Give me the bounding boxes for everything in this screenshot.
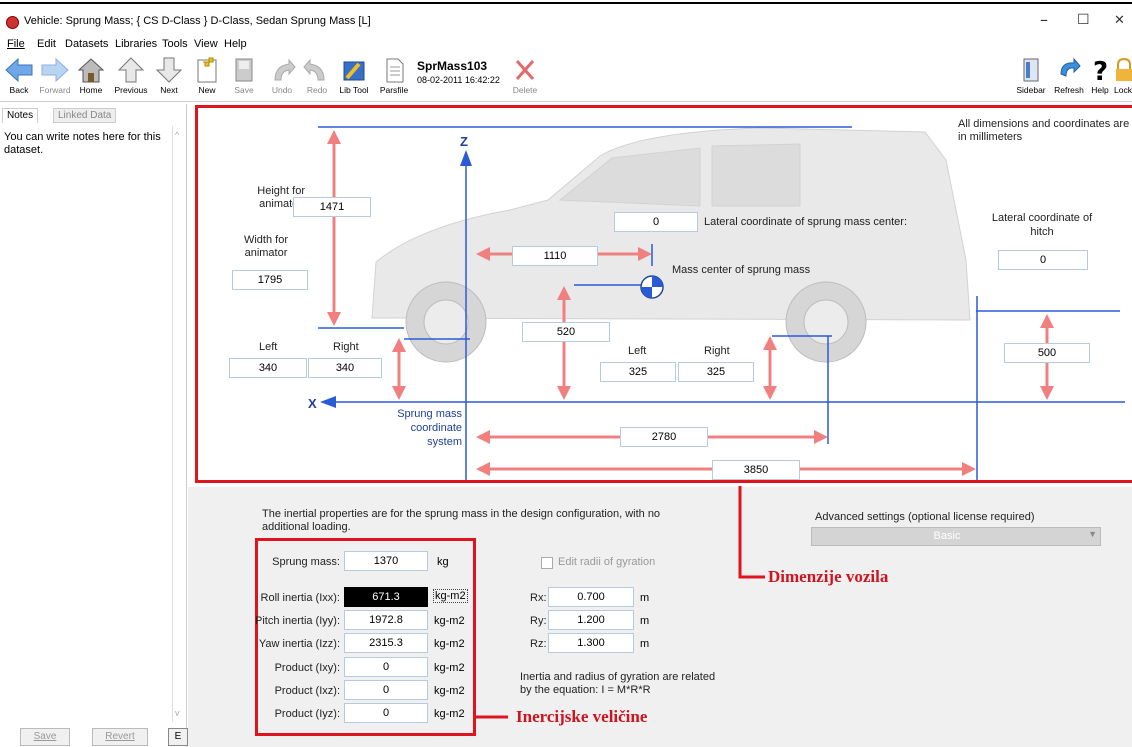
dimensions-callout-line xyxy=(476,486,765,719)
inertia-annotation: Inercijske veličine xyxy=(516,707,648,726)
dimensions-annotation: Dimenzije vozila xyxy=(768,567,889,586)
